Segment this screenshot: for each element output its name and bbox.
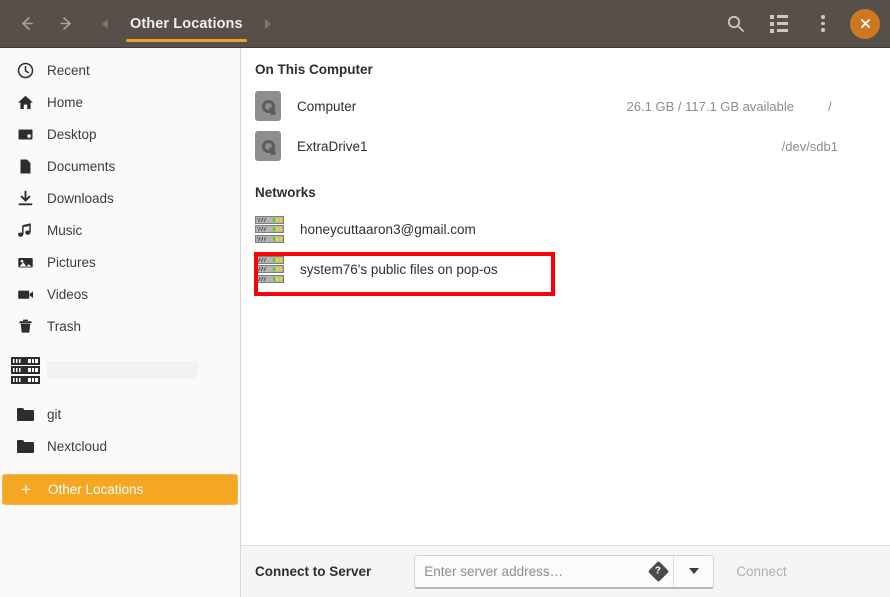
sidebar-item-label: Videos	[47, 286, 89, 302]
network-server-icon	[255, 255, 284, 283]
search-input[interactable]	[415, 555, 644, 587]
hard-drive-icon	[255, 131, 281, 161]
sidebar-item-nextcloud[interactable]: Nextcloud	[2, 430, 238, 462]
header-bar: Other Locations	[0, 0, 890, 48]
header-nav-group	[0, 10, 80, 38]
sidebar-item-label: Desktop	[47, 126, 97, 142]
tab-bar: Other Locations	[100, 0, 273, 47]
location-meta: /dev/sdb1	[782, 139, 876, 154]
back-button[interactable]	[12, 10, 40, 38]
sidebar-item-label: Other Locations	[48, 482, 144, 497]
search-icon[interactable]	[718, 7, 752, 41]
location-mount-point: /dev/sdb1	[781, 138, 838, 154]
section-heading-on-this-computer: On This Computer	[255, 62, 373, 77]
clock-icon	[16, 61, 34, 79]
sidebar-item-label: Pictures	[47, 254, 96, 270]
server-icon	[10, 356, 40, 384]
connect-to-server-bar: Connect to Server ? Connect	[241, 545, 890, 597]
file-manager-window: Other Locations Recent Home Desktop Docu…	[0, 0, 890, 597]
sidebar-item-label: Home	[47, 94, 84, 110]
sidebar-item-label: Recent	[47, 62, 90, 78]
location-mount-point: /	[828, 98, 832, 114]
desktop-icon	[16, 125, 34, 143]
tab-active-underline	[126, 39, 247, 42]
close-icon[interactable]	[850, 8, 880, 39]
folder-icon	[16, 437, 34, 455]
sidebar-item-trash[interactable]: Trash	[2, 310, 238, 342]
location-row-extradrive1[interactable]: ExtraDrive1 /dev/sdb1	[241, 126, 890, 166]
tab-other-locations[interactable]: Other Locations	[116, 0, 257, 47]
sidebar-item-network-mount[interactable]	[2, 354, 238, 386]
window-body: Recent Home Desktop Documents Downloads …	[0, 48, 890, 597]
sidebar-item-desktop[interactable]: Desktop	[2, 118, 238, 150]
location-name: system76's public files on pop-os	[300, 261, 498, 277]
sidebar-item-label: Downloads	[47, 190, 114, 206]
sidebar-item-label: Documents	[47, 158, 116, 174]
location-row-gmail-network[interactable]: honeycuttaaron3@gmail.com	[241, 209, 890, 249]
document-icon	[16, 157, 34, 175]
location-capacity: 26.1 GB / 117.1 GB available	[626, 98, 794, 114]
image-icon	[16, 253, 34, 271]
sidebar-item-music[interactable]: Music	[2, 214, 238, 246]
connect-to-server-label: Connect to Server	[255, 564, 372, 579]
location-name: honeycuttaaron3@gmail.com	[300, 221, 476, 237]
connect-button[interactable]: Connect	[736, 564, 786, 579]
sidebar-item-documents[interactable]: Documents	[2, 150, 238, 182]
sidebar-item-recent[interactable]: Recent	[2, 54, 238, 86]
sidebar-item-home[interactable]: Home	[2, 86, 238, 118]
header-actions	[718, 7, 890, 41]
tab-scroll-right-icon[interactable]	[263, 18, 273, 30]
chevron-down-icon[interactable]	[673, 555, 713, 587]
hard-drive-icon	[255, 91, 281, 121]
sidebar-separator-2	[0, 386, 240, 398]
location-row-computer[interactable]: Computer 26.1 GB / 117.1 GB available /	[241, 86, 890, 126]
tab-label: Other Locations	[130, 15, 243, 32]
sidebar-item-label: git	[47, 406, 62, 422]
sidebar-item-git[interactable]: git	[2, 398, 238, 430]
sidebar-item-videos[interactable]: Videos	[2, 278, 238, 310]
main-content: On This Computer Computer 26.1 GB / 117.…	[241, 48, 890, 597]
location-name: ExtraDrive1	[297, 138, 368, 154]
section-heading-networks: Networks	[255, 185, 316, 200]
sidebar-item-pictures[interactable]: Pictures	[2, 246, 238, 278]
forward-button[interactable]	[52, 10, 80, 38]
sidebar-item-other-locations[interactable]: + Other Locations	[2, 474, 238, 505]
tab-scroll-left-icon[interactable]	[100, 18, 110, 30]
help-icon[interactable]: ?	[643, 556, 673, 587]
sidebar-separator	[0, 342, 240, 354]
home-icon	[16, 93, 34, 111]
sidebar-item-label: Trash	[47, 318, 82, 334]
server-address-field[interactable]: ?	[414, 554, 715, 589]
trash-icon	[16, 317, 34, 335]
location-meta: 26.1 GB / 117.1 GB available /	[627, 99, 876, 114]
location-row-system76-public-files[interactable]: system76's public files on pop-os	[241, 249, 890, 289]
sidebar-item-label: Music	[47, 222, 83, 238]
kebab-menu-icon[interactable]	[806, 7, 840, 41]
sidebar: Recent Home Desktop Documents Downloads …	[0, 48, 241, 597]
video-camera-icon	[16, 285, 34, 303]
list-view-icon[interactable]	[762, 7, 796, 41]
folder-icon	[16, 405, 34, 423]
sidebar-separator-3	[0, 462, 240, 474]
sidebar-item-label	[47, 361, 198, 379]
sidebar-item-label: Nextcloud	[47, 438, 108, 454]
location-name: Computer	[297, 98, 357, 114]
plus-icon: +	[21, 480, 31, 499]
music-note-icon	[16, 221, 34, 239]
network-server-icon	[255, 215, 284, 243]
sidebar-item-downloads[interactable]: Downloads	[2, 182, 238, 214]
download-icon	[16, 189, 34, 207]
locations-list: On This Computer Computer 26.1 GB / 117.…	[241, 48, 890, 545]
